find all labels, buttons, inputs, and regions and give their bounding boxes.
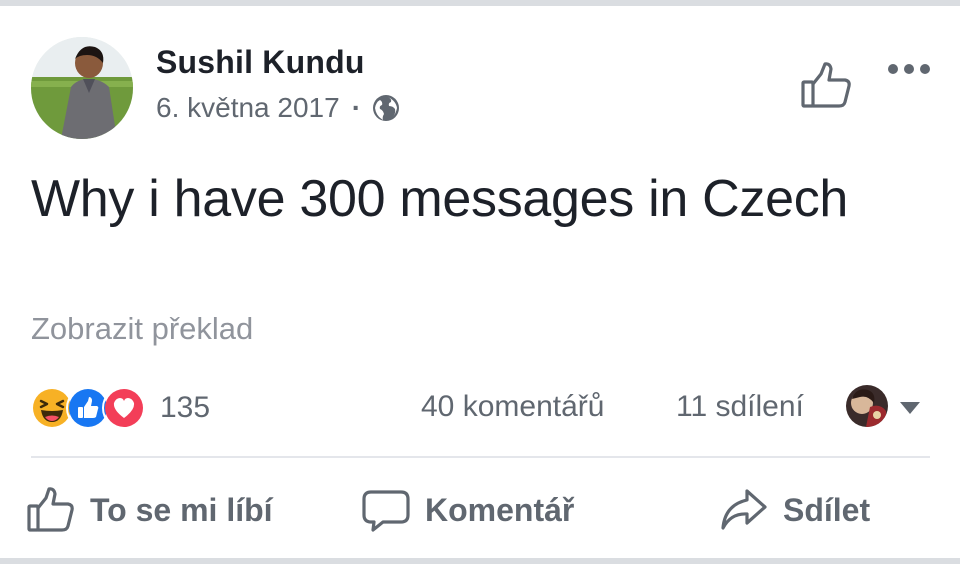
bottom-divider-strip [0,558,960,564]
post-date[interactable]: 6. května 2017 [156,92,340,124]
reactions-summary[interactable]: 135 [30,386,210,430]
share-button[interactable]: Sdílet [719,480,870,540]
speech-bubble-icon [361,485,411,535]
share-label: Sdílet [783,491,871,528]
more-options-icon[interactable] [886,60,932,78]
comment-label: Komentář [425,491,575,528]
post-meta: 6. května 2017 · [156,92,401,124]
like-label: To se mi líbí [90,491,273,528]
comment-button[interactable]: Komentář [361,480,574,540]
globe-icon [371,93,401,123]
author-name[interactable]: Sushil Kundu [156,44,365,81]
thumbs-up-icon [26,485,76,535]
see-translation-link[interactable]: Zobrazit překlad [31,311,253,347]
like-button[interactable]: To se mi líbí [26,480,273,540]
like-page-icon[interactable] [799,58,855,114]
love-reaction-icon [102,386,146,430]
author-avatar[interactable] [31,37,133,139]
action-divider [31,456,930,458]
shares-count-link[interactable]: 11 sdílení [676,390,804,424]
top-divider-strip [0,0,960,6]
post-text: Why i have 300 messages in Czech [31,170,849,228]
meta-separator: · [351,92,362,123]
viewer-avatar[interactable] [846,385,888,427]
comments-count-link[interactable]: 40 komentářů [421,390,604,424]
chevron-down-icon[interactable] [899,401,921,415]
share-arrow-icon [719,485,769,535]
reaction-count: 135 [160,391,211,424]
